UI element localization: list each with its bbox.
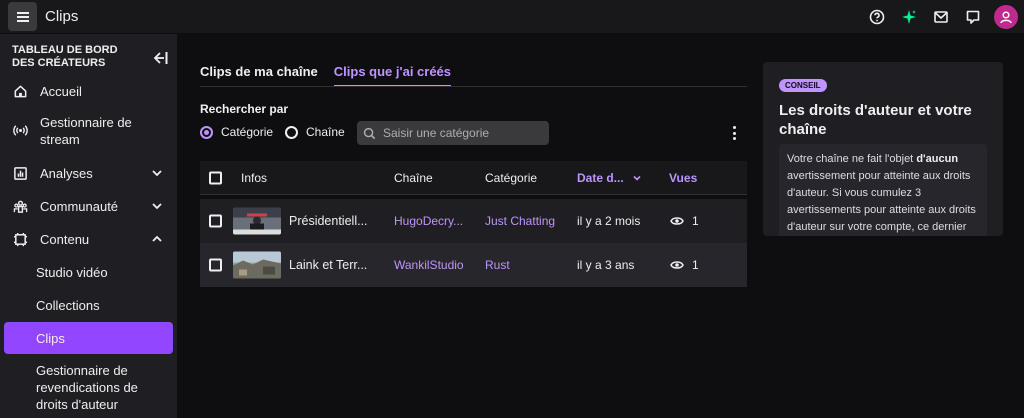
eye-icon: [670, 217, 684, 225]
tab-clips-de-ma-chaine[interactable]: Clips de ma chaîne: [200, 64, 318, 87]
sidebar-item-clips[interactable]: Clips: [4, 322, 173, 354]
header-infos: Infos: [241, 170, 268, 185]
clip-title[interactable]: Présidentiell...: [289, 214, 368, 228]
sidebar-item-stream-manager[interactable]: Gestionnaire de stream: [4, 114, 173, 150]
sparkle-icon: [902, 10, 916, 24]
search-field[interactable]: [357, 121, 549, 145]
clip-channel-link[interactable]: WankilStudio: [394, 258, 464, 272]
search-by-label: Rechercher par: [200, 102, 289, 116]
clips-table: Infos Chaîne Catégorie Date d... Vues Pr…: [200, 161, 747, 287]
sidebar: TABLEAU DE BORD DES CRÉATEURS Accueil Ge…: [0, 34, 177, 418]
help-button[interactable]: [864, 4, 890, 30]
tip-body-start: Votre chaîne ne fait l'objet: [787, 153, 917, 165]
tip-body-end: avertissement pour atteinte aux droits d…: [787, 170, 976, 233]
sidebar-item-label: Accueil: [40, 83, 82, 99]
search-icon: [363, 127, 376, 139]
views-count: 1: [692, 214, 699, 228]
top-bar: Clips: [0, 0, 1024, 34]
sidebar-item-contenu[interactable]: Contenu: [4, 228, 173, 250]
radio-label: Catégorie: [221, 125, 274, 139]
menu-icon: [16, 11, 29, 22]
radio-dot: [285, 125, 298, 139]
chevron-down-icon: [633, 175, 641, 181]
search-input[interactable]: [383, 126, 543, 140]
tab-clips-que-jai-crees[interactable]: Clips que j'ai créés: [333, 64, 452, 87]
help-icon: [869, 9, 885, 25]
table-row[interactable]: Laink et Terr... WankilStudio Rust il y …: [200, 243, 747, 287]
menu-button[interactable]: [8, 2, 37, 31]
chevron-up-icon: [152, 235, 162, 242]
tip-title: Les droits d'auteur et votre chaîne: [779, 102, 972, 138]
sidebar-item-label: Communauté: [40, 198, 119, 214]
sidebar-item-label: Gestionnaire de stream: [40, 115, 132, 147]
clip-views: 1: [670, 214, 699, 228]
sidebar-item-studio-video[interactable]: Studio vidéo: [4, 261, 173, 283]
collapse-sidebar-icon[interactable]: [151, 50, 169, 66]
tip-body-bold: d'aucun: [916, 153, 959, 165]
whispers-icon: [966, 10, 980, 24]
header-date-label: Date d...: [577, 170, 624, 185]
radio-category[interactable]: Catégorie: [200, 125, 273, 139]
community-icon: [12, 198, 28, 214]
clip-channel-link[interactable]: HugoDecry...: [394, 214, 463, 228]
sidebar-item-collections[interactable]: Collections: [4, 294, 173, 316]
table-row[interactable]: Présidentiell... HugoDecry... Just Chatt…: [200, 199, 747, 243]
clip-date: il y a 3 ans: [577, 258, 635, 272]
sidebar-item-copyright-claims[interactable]: Gestionnaire de revendications de droits…: [4, 362, 173, 414]
radio-label: Chaîne: [306, 125, 345, 139]
clip-views: 1: [670, 258, 699, 272]
clip-thumbnail[interactable]: [233, 251, 281, 279]
header-date-sort[interactable]: Date d...: [577, 171, 642, 185]
tip-badge: CONSEIL: [779, 79, 827, 92]
sidebar-item-label: Contenu: [40, 231, 90, 247]
radio-dot: [200, 125, 213, 139]
tip-body: Votre chaîne ne fait l'objet d'aucun ave…: [779, 144, 987, 236]
eye-icon: [670, 261, 684, 269]
avatar[interactable]: [994, 5, 1018, 29]
inbox-icon: [934, 11, 948, 23]
table-header: Infos Chaîne Catégorie Date d... Vues: [200, 161, 747, 195]
tab-divider: [200, 86, 747, 87]
row-checkbox[interactable]: [209, 258, 222, 272]
user-icon: [1000, 11, 1012, 24]
more-options-icon[interactable]: [728, 124, 740, 142]
sidebar-item-accueil[interactable]: Accueil: [4, 80, 173, 102]
tab-bar: Clips de ma chaîne Clips que j'ai créés: [200, 64, 467, 87]
page-title: Clips: [45, 8, 79, 25]
chevron-down-icon: [152, 203, 162, 210]
content-icon: [12, 231, 28, 247]
clip-category-link[interactable]: Just Chatting: [485, 214, 555, 228]
select-all-checkbox[interactable]: [209, 171, 222, 184]
header-categorie[interactable]: Catégorie: [485, 171, 537, 185]
inbox-button[interactable]: [928, 4, 954, 30]
header-vues[interactable]: Vues: [669, 171, 697, 185]
clip-category-link[interactable]: Rust: [485, 258, 510, 272]
sparkle-button[interactable]: [896, 4, 922, 30]
analytics-icon: [12, 165, 28, 181]
sidebar-item-label: Analyses: [40, 165, 93, 181]
radio-channel[interactable]: Chaîne: [285, 125, 345, 139]
sidebar-item-analyses[interactable]: Analyses: [4, 162, 173, 184]
views-count: 1: [692, 258, 699, 272]
whispers-button[interactable]: [960, 4, 986, 30]
clip-thumbnail[interactable]: [233, 207, 281, 235]
chevron-down-icon: [152, 170, 162, 177]
sidebar-header: TABLEAU DE BORD DES CRÉATEURS: [12, 44, 118, 69]
clip-date: il y a 2 mois: [577, 214, 641, 228]
tip-panel: CONSEIL Les droits d'auteur et votre cha…: [763, 62, 1003, 236]
header-chaine[interactable]: Chaîne: [394, 171, 433, 185]
broadcast-icon: [12, 122, 28, 138]
row-checkbox[interactable]: [209, 214, 222, 228]
home-icon: [12, 83, 28, 99]
sidebar-item-communaute[interactable]: Communauté: [4, 195, 173, 217]
clip-title[interactable]: Laink et Terr...: [289, 258, 367, 272]
